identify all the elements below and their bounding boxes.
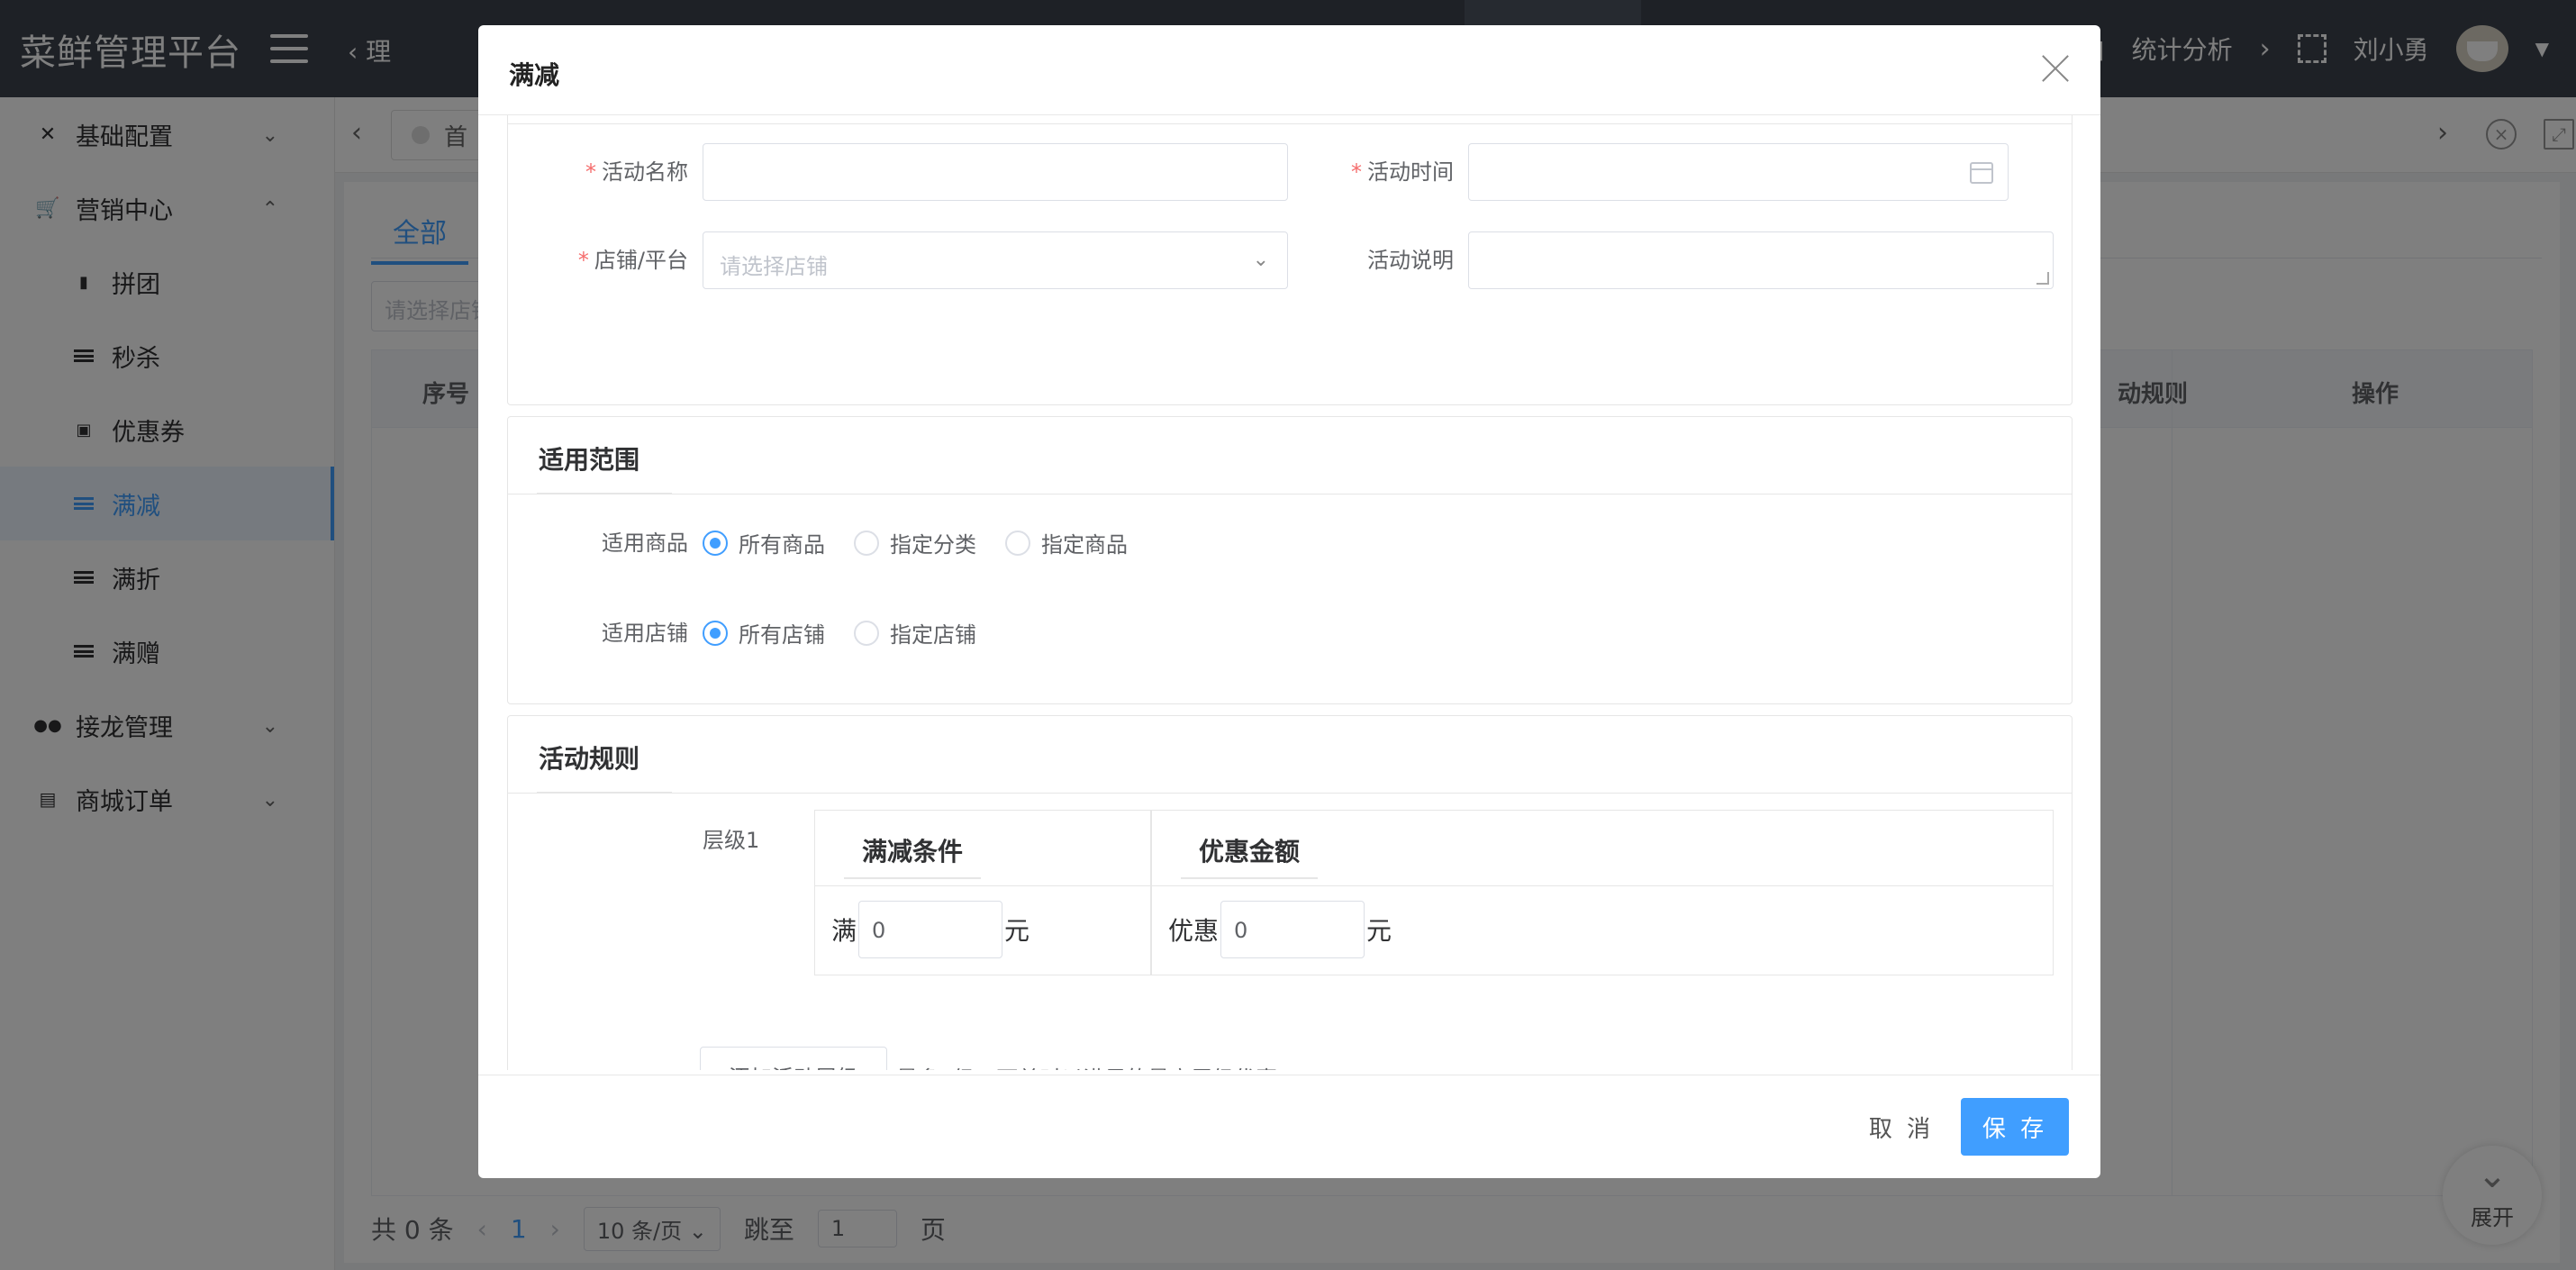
resize-handle-icon[interactable] [2036,272,2049,285]
radio-unchecked-icon [854,530,879,556]
radio-specific-store[interactable]: 指定店铺 [854,617,976,649]
dialog-header: 满减 [478,25,2100,115]
discount-box: 优惠金额 优惠 0 元 [1151,810,2054,975]
radio-checked-icon [703,530,728,556]
goods-scope-label: 适用商品 [602,531,688,556]
activity-time-label-text: 活动时间 [1367,159,1454,185]
level-hint: 最多5级，下单时以满足的最高层级优惠 [896,1061,1277,1070]
radio-specific-goods[interactable]: 指定商品 [1005,527,1128,558]
rules-card: 活动规则 层级1 满减条件 满 0 元 优惠金额 优惠 0 元 [507,715,2073,1070]
discount-head: 优惠金额 [1152,811,2053,886]
radio-label: 所有店铺 [739,622,825,648]
condition-prefix: 满 [831,916,857,946]
radio-label: 指定店铺 [890,622,976,648]
store-label-text: 店铺/平台 [594,248,688,273]
activity-name-label: * 活动名称 [544,154,688,186]
radio-unchecked-icon [854,620,879,646]
add-level-button[interactable]: 添加活动层级 [700,1047,887,1070]
dialog-footer: 取 消 保 存 [478,1075,2100,1178]
condition-unit: 元 [1004,916,1030,946]
activity-time-picker[interactable] [1468,143,2009,201]
discount-amount-input[interactable]: 0 [1220,901,1365,958]
discount-title: 优惠金额 [1199,837,1301,866]
store-select-placeholder: 请选择店铺 [720,254,828,279]
card-title-underline [844,877,981,879]
required-mark: * [585,159,596,185]
condition-row: 满 0 元 [831,901,1029,958]
close-icon[interactable] [2039,52,2072,85]
full-reduction-dialog: 满减 * 活动名称 * 活动时间 * 店铺/平台 请选择店铺 ⌄ 活动说明 适用… [478,25,2100,1178]
radio-label: 所有商品 [739,532,825,558]
condition-amount-input[interactable]: 0 [858,901,1003,958]
discount-unit: 元 [1366,916,1392,946]
store-scope-label: 适用店铺 [602,621,688,646]
radio-label: 指定分类 [890,532,976,558]
radio-category[interactable]: 指定分类 [854,527,976,558]
save-button[interactable]: 保 存 [1961,1098,2069,1156]
activity-time-label: * 活动时间 [1310,154,1454,186]
discount-row: 优惠 0 元 [1168,901,1392,958]
store-label: * 店铺/平台 [544,242,688,274]
scope-card-head: 适用范围 [508,417,2072,494]
store-scope-radio-group: 所有店铺 指定店铺 [703,617,991,649]
scope-title: 适用范围 [539,445,640,475]
condition-box: 满减条件 满 0 元 [814,810,1151,975]
discount-prefix: 优惠 [1168,916,1220,946]
radio-all-goods[interactable]: 所有商品 [703,527,825,558]
dialog-body[interactable]: * 活动名称 * 活动时间 * 店铺/平台 请选择店铺 ⌄ 活动说明 适用范围 … [507,115,2073,1070]
basic-info-card: * 活动名称 * 活动时间 * 店铺/平台 请选择店铺 ⌄ 活动说明 [507,115,2073,405]
scope-card: 适用范围 适用商品 所有商品 指定分类 指定商品 适用店铺 所有店铺 指定店铺 [507,416,2073,704]
rules-title: 活动规则 [539,744,640,774]
radio-checked-icon [703,620,728,646]
radio-all-stores[interactable]: 所有店铺 [703,617,825,649]
required-mark: * [1351,159,1362,185]
chevron-down-icon: ⌄ [1252,249,1269,271]
dialog-title: 满减 [509,60,560,90]
activity-desc-textarea[interactable] [1468,231,2054,289]
condition-title: 满减条件 [862,837,964,866]
radio-unchecked-icon [1005,530,1030,556]
activity-name-input[interactable] [703,143,1288,201]
goods-scope-radio-group: 所有商品 指定分类 指定商品 [703,527,1142,558]
rules-card-head: 活动规则 [508,716,2072,794]
activity-desc-label: 活动说明 [1367,248,1454,273]
calendar-icon [1970,162,1993,184]
cancel-button[interactable]: 取 消 [1847,1098,1955,1156]
level-label: 层级1 [703,828,760,853]
store-select[interactable]: 请选择店铺 ⌄ [703,231,1288,289]
condition-head: 满减条件 [815,811,1150,886]
required-mark: * [577,248,589,273]
card-title-underline [537,493,672,494]
card-title-underline [1181,877,1318,879]
activity-name-label-text: 活动名称 [602,159,688,185]
card-title-underline [537,792,672,794]
radio-label: 指定商品 [1041,532,1128,558]
card-divider [508,123,2072,124]
